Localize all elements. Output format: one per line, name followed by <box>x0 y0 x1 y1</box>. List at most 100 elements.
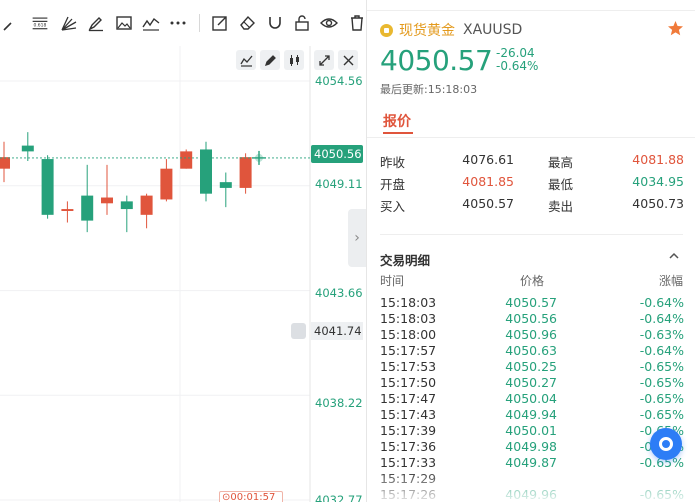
candle-body <box>160 168 173 200</box>
trade-change: -0.65% <box>639 407 684 422</box>
quote-value-low: 4034.95 <box>632 174 684 189</box>
candle-body <box>0 157 10 169</box>
last-price: 4050.57 <box>380 44 493 77</box>
last-updated: 最后更新:15:18:03 <box>380 83 478 96</box>
candle-body <box>180 151 193 169</box>
trade-row: 15:17:43 4049.94 -0.65% <box>367 407 695 423</box>
collapse-chevron-up-icon[interactable] <box>668 250 680 262</box>
gold-coin-icon <box>380 23 393 37</box>
trade-change: -0.65% <box>639 375 684 390</box>
trade-change: -0.65% <box>639 359 684 374</box>
trade-row: 15:17:53 4050.25 -0.65% <box>367 359 695 375</box>
trades-header-price: 价格 <box>520 274 545 288</box>
trade-time: 15:17:57 <box>380 343 437 358</box>
trade-row: 15:17:394050.01-0.65% <box>367 423 695 439</box>
candle-body <box>219 182 232 188</box>
trades-title: 交易明细 <box>380 253 431 268</box>
quote-value-open: 4081.85 <box>462 174 514 189</box>
quote-value-bid: 4050.57 <box>462 196 514 211</box>
trade-price: 4050.56 <box>505 311 557 326</box>
trade-price: 4049.87 <box>505 455 557 470</box>
chat-assistant-icon[interactable] <box>650 428 682 460</box>
trade-row: 15:17:364049.98-0.65% <box>367 439 695 455</box>
price-change-percent: -0.64% <box>496 59 539 73</box>
favorite-star-icon[interactable] <box>667 20 684 37</box>
close-icon[interactable] <box>338 50 358 70</box>
trade-time: 15:17:39 <box>380 423 437 438</box>
trade-change: -0.64% <box>639 311 684 326</box>
price-axis-label: 4043.66 <box>315 286 363 300</box>
quote-label-high: 最高 <box>548 155 574 170</box>
trade-change: -0.64% <box>639 343 684 358</box>
trades-header-change: 涨幅 <box>659 274 684 288</box>
panel-toggle-chevron-icon[interactable]: › <box>348 209 366 267</box>
trade-price: 4049.94 <box>505 407 557 422</box>
countdown-text: 00:01:57 <box>230 492 276 502</box>
candle-type-icon[interactable] <box>284 50 304 70</box>
trade-row: 15:18:03 4050.56 -0.64% <box>367 311 695 327</box>
trade-price: 4050.01 <box>505 423 557 438</box>
trade-row: 15:17:50 4050.27 -0.65% <box>367 375 695 391</box>
tab-quote[interactable]: 报价 <box>383 111 411 131</box>
indicator-icon[interactable] <box>236 50 256 70</box>
quote-label-ask: 卖出 <box>548 199 574 214</box>
trade-price: 4050.96 <box>505 327 557 342</box>
trades-header-time: 时间 <box>380 274 405 288</box>
quote-label-bid: 买入 <box>380 199 406 214</box>
price-axis-label: 4049.11 <box>315 177 363 191</box>
quote-value-high: 4081.88 <box>632 152 684 167</box>
price-change: -26.04 <box>496 46 535 60</box>
tab-active-indicator <box>383 132 413 134</box>
candle-body <box>200 149 212 194</box>
expand-icon[interactable] <box>314 50 334 70</box>
trade-price: 4050.25 <box>505 359 557 374</box>
bell-icon[interactable] <box>291 323 306 339</box>
candle-body <box>140 195 153 215</box>
panel-top-divider <box>367 10 695 11</box>
instrument-title: 现货黄金 XAUUSD <box>380 20 522 40</box>
tab-divider <box>367 137 695 138</box>
trade-time: 15:18:03 <box>380 295 437 310</box>
candle-body <box>120 201 133 210</box>
alert-price-tag[interactable]: 4041.74 <box>311 322 363 340</box>
candle-body <box>61 209 74 211</box>
current-price-tag: 4050.56 <box>311 145 363 163</box>
section-divider <box>380 234 683 235</box>
trade-row: 15:17:33 4049.87 -0.65% <box>367 455 695 471</box>
chart-toolbar <box>236 50 304 70</box>
candlestick-chart[interactable] <box>0 0 366 502</box>
draw-pen-icon[interactable] <box>260 50 280 70</box>
trade-time: 15:17:47 <box>380 391 437 406</box>
quote-label-open: 开盘 <box>380 177 406 192</box>
trade-time: 15:17:43 <box>380 407 437 422</box>
quote-value-ask: 4050.73 <box>632 196 684 211</box>
candle-body <box>81 195 94 221</box>
trade-price: 4049.98 <box>505 439 557 454</box>
instrument-symbol: XAUUSD <box>463 22 523 38</box>
price-axis-label: 4038.22 <box>315 396 363 410</box>
quote-label-prev-close: 昨收 <box>380 155 406 170</box>
trade-row: 15:18:00 4050.96 -0.63% <box>367 327 695 343</box>
trade-time: 15:17:50 <box>380 375 437 390</box>
trade-time: 15:17:36 <box>380 439 437 454</box>
trade-change: -0.63% <box>639 327 684 342</box>
trade-time: 15:18:03 <box>380 311 437 326</box>
trade-time: 15:18:00 <box>380 327 437 342</box>
candle-body <box>41 159 54 215</box>
trade-price: 4050.63 <box>505 343 557 358</box>
trade-change: -0.65% <box>639 391 684 406</box>
candle-body <box>101 197 113 204</box>
list-fade-overlay <box>367 470 695 502</box>
price-axis-label: 4032.77 <box>315 493 363 502</box>
quote-value-prev-close: 4076.61 <box>462 152 514 167</box>
trade-change: -0.64% <box>639 295 684 310</box>
candle-body <box>21 145 34 152</box>
quote-panel: 现货黄金 XAUUSD 4050.57 -26.04 -0.64% 最后更新:1… <box>366 0 695 502</box>
trade-price: 4050.27 <box>505 375 557 390</box>
trade-price: 4050.04 <box>505 391 557 406</box>
quote-label-low: 最低 <box>548 177 574 192</box>
trade-row: 15:17:47 4050.04 -0.65% <box>367 391 695 407</box>
candle-countdown: ⊙00:01:57 <box>219 491 283 502</box>
candle-body <box>239 157 252 188</box>
price-axis-label: 4054.56 <box>315 74 363 88</box>
